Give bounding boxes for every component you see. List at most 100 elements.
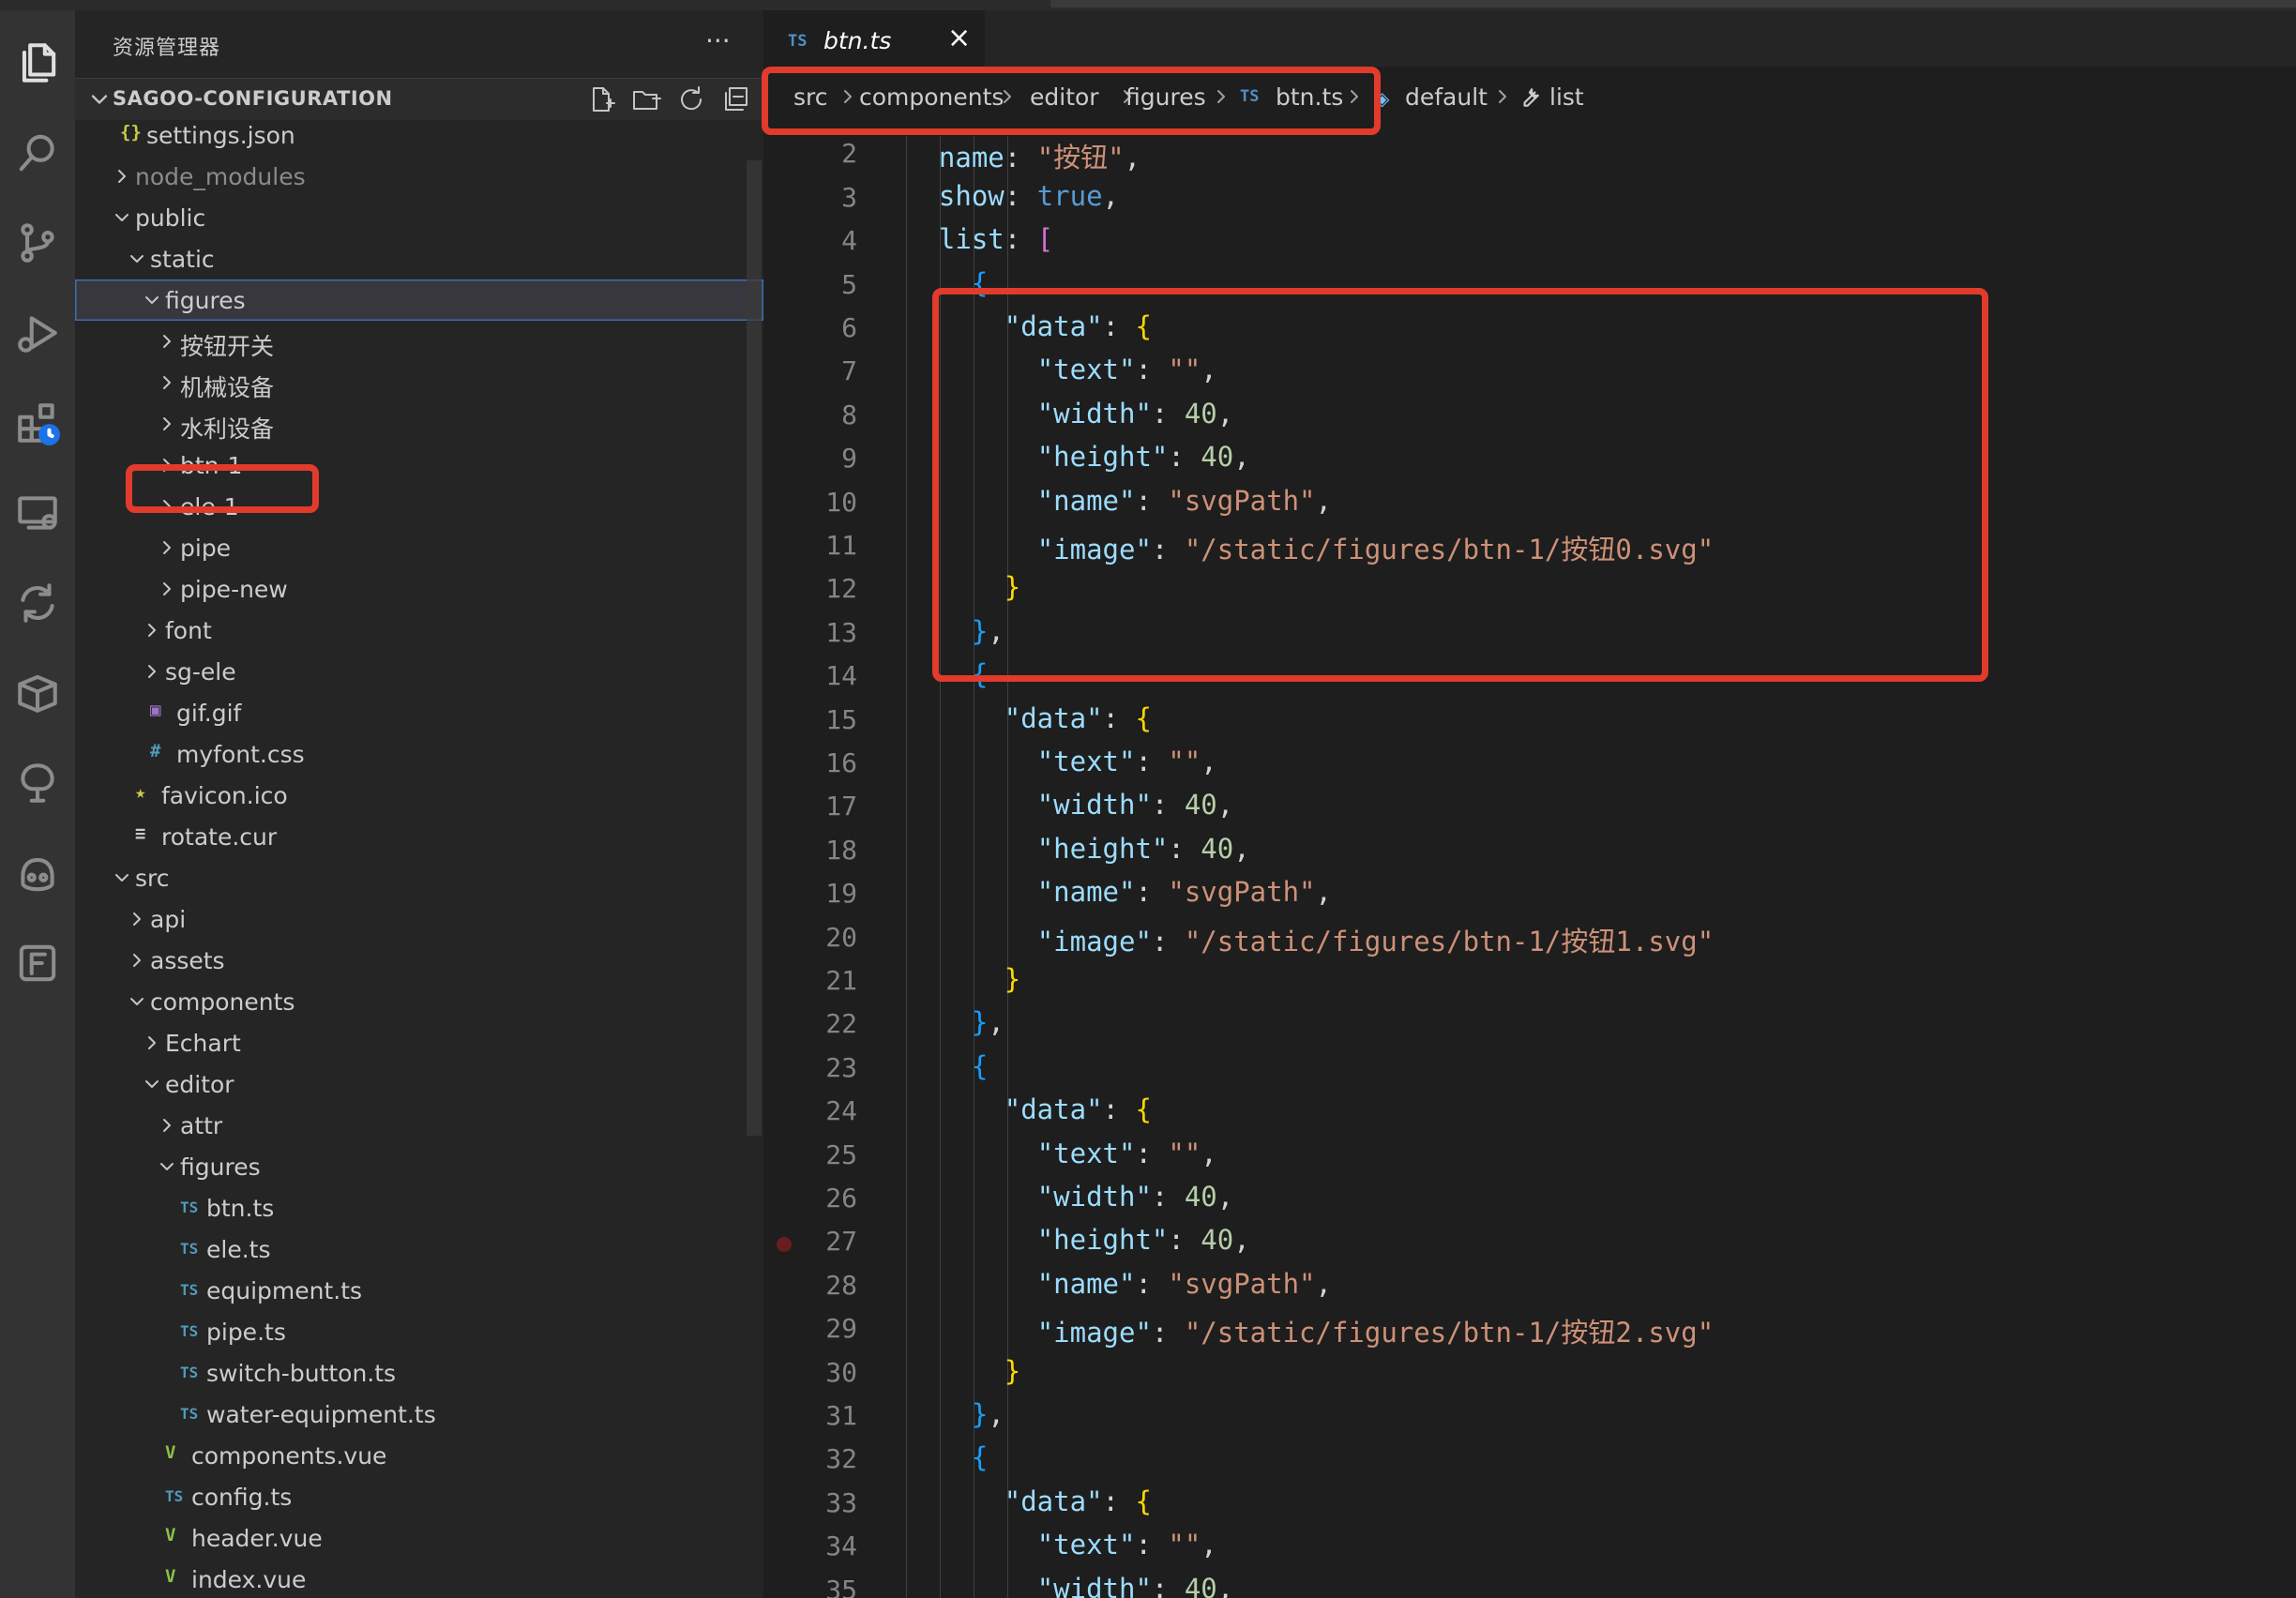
extensions-icon[interactable] xyxy=(6,391,69,455)
breadcrumb-item-list[interactable]: list xyxy=(1549,83,1584,111)
line-number: 7 xyxy=(841,355,857,387)
tree-folder[interactable]: btn-1 xyxy=(75,445,763,486)
framework-icon[interactable] xyxy=(6,931,69,995)
sync-icon[interactable] xyxy=(6,571,69,635)
code-token: : xyxy=(1151,397,1185,430)
tree-folder[interactable]: 水利设备 xyxy=(75,403,763,445)
sidebar-scrollbar[interactable] xyxy=(747,160,762,1136)
tree-file[interactable]: TS config.ts xyxy=(75,1476,763,1517)
tree-folder[interactable]: components xyxy=(75,981,763,1022)
code-line: "width": 40, xyxy=(906,1181,1234,1213)
source-control-icon[interactable] xyxy=(6,211,69,275)
activity-bar xyxy=(0,10,75,1598)
breadcrumb-item-components[interactable]: components xyxy=(859,83,1004,111)
code-line: "data": { xyxy=(906,702,1152,734)
tree-folder[interactable]: sg-ele xyxy=(75,651,763,692)
code-token: , xyxy=(988,1006,1004,1039)
code-token: { xyxy=(1135,1485,1152,1517)
tree-file[interactable]: TS water-equipment.ts xyxy=(75,1394,763,1435)
tree-folder[interactable]: attr xyxy=(75,1105,763,1146)
new-folder-icon[interactable] xyxy=(631,84,661,114)
tree-file[interactable]: TS pipe.ts xyxy=(75,1311,763,1352)
tree-folder[interactable]: Echart xyxy=(75,1022,763,1063)
project-section-header[interactable]: SAGOO-CONFIGURATION xyxy=(75,78,763,120)
tree-item-label: water-equipment.ts xyxy=(206,1401,436,1428)
tree-folder[interactable]: pipe-new xyxy=(75,568,763,610)
code-token: { xyxy=(1135,310,1152,342)
code-token: , xyxy=(1233,1224,1250,1257)
window-top-strip xyxy=(0,0,2296,10)
code-token: "" xyxy=(1168,746,1201,777)
run-debug-icon[interactable] xyxy=(6,301,69,365)
wrench-icon xyxy=(1518,85,1542,115)
collapse-all-icon[interactable] xyxy=(721,84,751,114)
search-icon[interactable] xyxy=(6,121,69,185)
tree-folder[interactable]: figures xyxy=(75,279,763,321)
tree-file[interactable]: ≡ rotate.cur xyxy=(75,816,763,857)
tree-folder[interactable]: figures xyxy=(75,1146,763,1187)
tree-item-label: favicon.ico xyxy=(161,782,288,809)
tree-file[interactable]: ▣ gif.gif xyxy=(75,692,763,733)
code-line: "text": "", xyxy=(906,746,1217,777)
tree-folder[interactable]: assets xyxy=(75,940,763,981)
copilot-icon[interactable] xyxy=(6,841,69,905)
breadcrumb-item-default[interactable]: default xyxy=(1405,83,1488,111)
tree-file[interactable]: TS btn.ts xyxy=(75,1187,763,1229)
breadcrumb-item-src[interactable]: src xyxy=(793,83,828,111)
breadcrumb-item-file[interactable]: btn.ts xyxy=(1276,83,1343,111)
tree-folder[interactable]: editor xyxy=(75,1063,763,1105)
tree-item-label: Echart xyxy=(165,1030,241,1057)
code-token: "data" xyxy=(1004,701,1103,734)
remote-explorer-icon[interactable] xyxy=(6,481,69,545)
line-number: 4 xyxy=(841,225,857,257)
code-token: : xyxy=(1151,1572,1185,1598)
tree-file[interactable]: Vindex.vue xyxy=(75,1559,763,1598)
tree-folder[interactable]: ele-1 xyxy=(75,486,763,527)
breadcrumb-item-figures[interactable]: figures xyxy=(1125,83,1206,111)
tree-item-label: equipment.ts xyxy=(206,1277,363,1304)
line-number: 28 xyxy=(825,1269,857,1301)
tree-folder[interactable]: 按钮开关 xyxy=(75,321,763,362)
new-file-icon[interactable] xyxy=(586,84,616,114)
code-editor[interactable]: 1234567891011121314151617181920212223242… xyxy=(763,128,2296,1598)
tree-file[interactable]: Vcomponents.vue xyxy=(75,1435,763,1476)
tree-icon[interactable] xyxy=(6,751,69,815)
tree-file[interactable]: ★ favicon.ico xyxy=(75,775,763,816)
tree-folder[interactable]: node_modules xyxy=(75,156,763,197)
code-token: "/static/figures/btn-1/按钮0.svg" xyxy=(1184,534,1714,565)
code-line: "text": "", xyxy=(906,1529,1217,1560)
tab-btn-ts[interactable]: TS btn.ts × xyxy=(763,10,985,67)
close-icon[interactable]: × xyxy=(947,22,971,54)
code-token: , xyxy=(1315,1267,1332,1300)
tree-folder[interactable]: api xyxy=(75,898,763,940)
tree-folder[interactable]: 机械设备 xyxy=(75,362,763,403)
code-line: "height": 40, xyxy=(906,441,1250,473)
tree-folder[interactable]: font xyxy=(75,610,763,651)
code-token: "data" xyxy=(1004,310,1103,342)
line-number: 22 xyxy=(825,1008,857,1040)
tree-file[interactable]: TS ele.ts xyxy=(75,1229,763,1270)
tree-folder[interactable]: public xyxy=(75,197,763,238)
breadcrumb-item-editor[interactable]: editor xyxy=(1030,83,1099,111)
tree-file[interactable]: TS equipment.ts xyxy=(75,1270,763,1311)
refresh-icon[interactable] xyxy=(676,84,706,114)
tree-folder[interactable]: pipe xyxy=(75,527,763,568)
more-actions-icon[interactable]: ··· xyxy=(705,25,731,56)
tree-file[interactable]: # myfont.css xyxy=(75,733,763,775)
tree-file[interactable]: Vheader.vue xyxy=(75,1517,763,1559)
package-icon[interactable] xyxy=(6,661,69,725)
line-number: 20 xyxy=(825,921,857,953)
tree-folder[interactable]: src xyxy=(75,857,763,898)
tree-item-label: node_modules xyxy=(135,163,306,190)
line-number: 30 xyxy=(825,1356,857,1388)
code-token: name xyxy=(938,142,1004,174)
tree-file[interactable]: {} settings.json xyxy=(75,114,763,156)
tree-folder[interactable]: static xyxy=(75,238,763,279)
explorer-icon[interactable] xyxy=(6,31,69,95)
tree-file[interactable]: TS switch-button.ts xyxy=(75,1352,763,1394)
code-token: "data" xyxy=(1004,1485,1103,1517)
